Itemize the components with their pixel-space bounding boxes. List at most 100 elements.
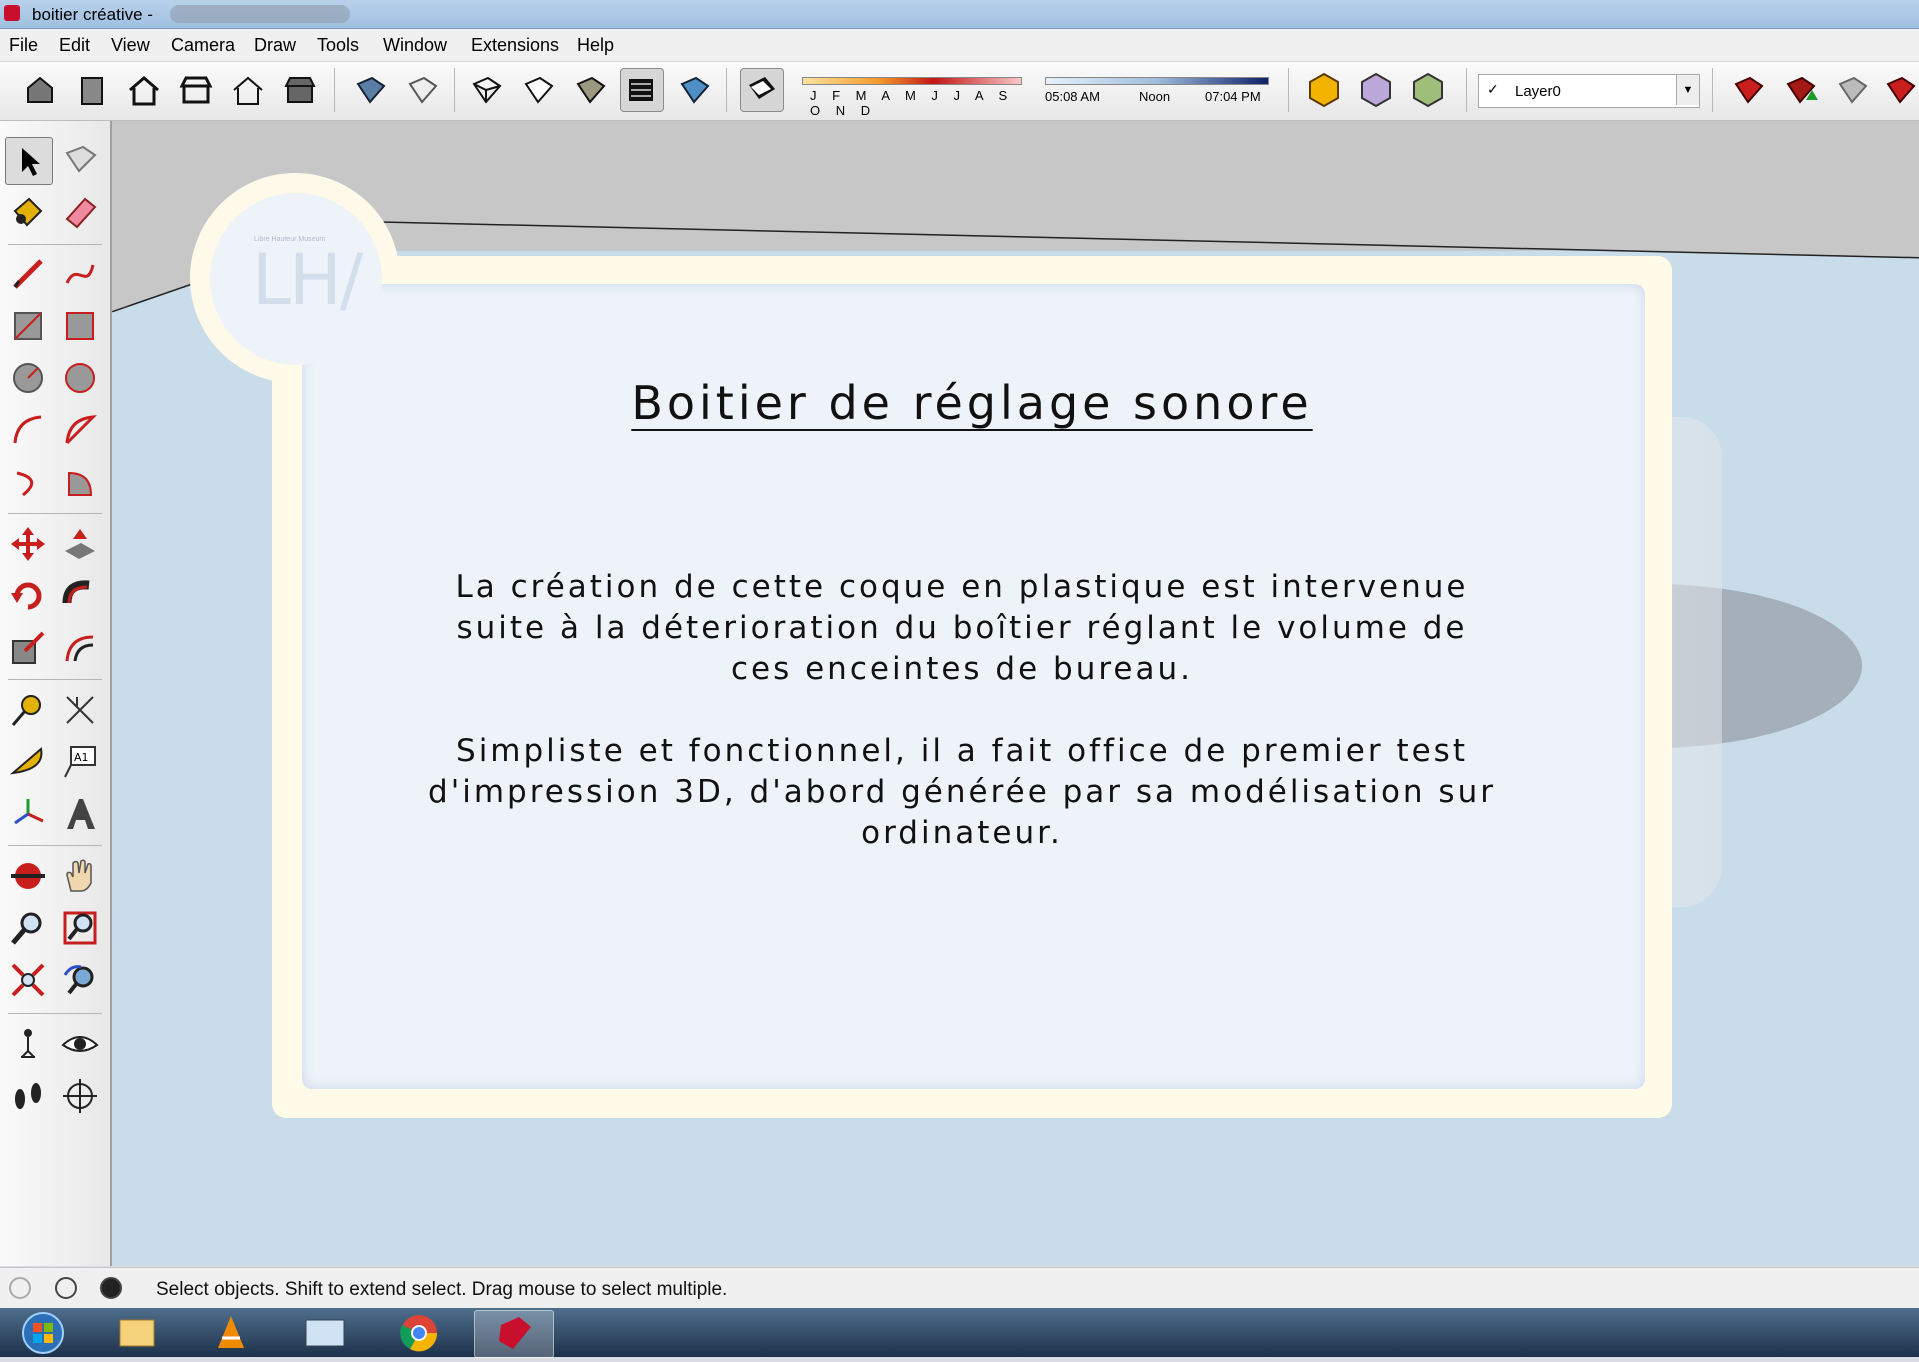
pan-hand-icon[interactable] [57,853,103,899]
front-view-icon[interactable] [124,70,164,110]
tape-measure-icon[interactable] [5,687,51,733]
card-paragraph-2: Simpliste et fonctionnel, il a fait offi… [372,731,1552,854]
logo-mark: LH/ [252,239,363,321]
menu-window[interactable]: Window [383,35,447,56]
orbit-tool-icon[interactable] [5,853,51,899]
user-account-icon[interactable] [100,1277,122,1299]
geo-location-icon[interactable] [9,1277,31,1299]
layer-name: Layer0 [1515,83,1561,100]
follow-me-icon[interactable] [57,573,103,619]
share-component-icon[interactable] [1832,70,1872,110]
zoom-extents-icon[interactable] [5,957,51,1003]
pie-tool-icon[interactable] [57,459,103,505]
credits-info-icon[interactable] [55,1277,77,1299]
previous-view-icon[interactable] [57,957,103,1003]
sketchup-task-icon[interactable] [474,1310,554,1358]
rectangle-tool-icon[interactable] [5,303,51,349]
scale-tool-icon[interactable] [5,625,51,671]
protractor-icon[interactable] [5,739,51,785]
monochrome-icon[interactable] [674,70,714,110]
freehand-tool-icon[interactable] [57,251,103,297]
menu-edit[interactable]: Edit [59,35,90,56]
status-bar: Select objects. Shift to extend select. … [0,1267,1919,1308]
offset-tool-icon[interactable] [57,625,103,671]
zoom-window-icon[interactable] [57,905,103,951]
select-tool-icon[interactable] [5,137,53,185]
para1-line1: La création de cette coque en plastique … [455,569,1469,605]
iso-view-icon[interactable] [20,70,60,110]
hidden-line-icon[interactable] [518,70,558,110]
title-bar: boitier créative - [0,0,1919,29]
wireframe-icon[interactable] [466,70,506,110]
shaded-textures-icon[interactable] [620,68,664,112]
model-viewport[interactable]: Libre Hauteur Museum LH/ Boitier de régl… [112,121,1919,1266]
share-model-icon[interactable] [1780,70,1820,110]
svg-text:A1: A1 [74,751,89,764]
position-camera-icon[interactable] [5,1021,51,1067]
move-tool-icon[interactable] [5,521,51,567]
start-button-icon[interactable] [4,1310,76,1356]
vlc-icon[interactable] [192,1310,270,1356]
sketchup-app-icon [4,5,20,21]
paint-bucket-icon[interactable] [5,189,51,235]
window-title: boitier créative - [32,5,153,24]
shadow-time-slider[interactable]: 05:08 AM Noon 07:04 PM [1045,74,1270,108]
left-view-icon[interactable] [280,70,320,110]
shadows-toggle-icon[interactable] [740,68,784,112]
chrome-icon[interactable] [380,1310,458,1356]
menu-help[interactable]: Help [577,35,614,56]
right-view-icon[interactable] [176,70,216,110]
materials-icon[interactable] [1356,70,1396,110]
shaded-icon[interactable] [570,70,610,110]
shadow-month-slider[interactable]: J F M A M J J A S O N D [802,74,1022,118]
card-title-text: Boitier de réglage sonore [631,376,1313,430]
windows-taskbar [0,1308,1919,1358]
file-explorer-icon[interactable] [98,1310,176,1356]
section-plane-icon[interactable] [57,1073,103,1119]
layer-dropdown[interactable]: ✓ Layer0 ▼ [1478,74,1700,108]
arc-tool-icon[interactable] [5,407,51,453]
menu-draw[interactable]: Draw [254,35,296,56]
blurred-title-part [170,5,350,23]
polygon-tool-icon[interactable] [57,355,103,401]
top-view-icon[interactable] [72,70,112,110]
eraser-icon[interactable] [57,189,103,235]
para1-line2: suite à la déterioration du boîtier régl… [456,610,1468,646]
back-edges-icon[interactable] [402,70,442,110]
card-paragraph-1: La création de cette coque en plastique … [372,567,1552,690]
status-text: Select objects. Shift to extend select. … [156,1279,728,1300]
menu-tools[interactable]: Tools [317,35,359,56]
time-end: 07:04 PM [1205,89,1261,104]
menu-extensions[interactable]: Extensions [471,35,559,56]
menu-view[interactable]: View [111,35,150,56]
text-tool-icon[interactable]: A1 [57,739,103,785]
chevron-down-icon[interactable]: ▼ [1676,75,1699,105]
get-models-icon[interactable] [1728,70,1768,110]
para2-line2: d'impression 3D, d'abord générée par sa … [428,774,1496,810]
menu-bar: File Edit View Camera Draw Tools Window … [0,29,1919,62]
make-component-icon[interactable] [57,137,103,183]
extension-warehouse-icon[interactable] [1880,70,1919,110]
keyboard-app-icon[interactable] [286,1310,364,1356]
3d-text-icon[interactable] [57,791,103,837]
three-point-arc-icon[interactable] [5,459,51,505]
rotated-rectangle-icon[interactable] [57,303,103,349]
line-tool-icon[interactable] [5,251,51,297]
component-icon[interactable] [1304,70,1344,110]
walk-tool-icon[interactable] [5,1073,51,1119]
time-start: 05:08 AM [1045,89,1100,104]
menu-camera[interactable]: Camera [171,35,235,56]
styles-icon[interactable] [1408,70,1448,110]
rotate-tool-icon[interactable] [5,573,51,619]
look-around-icon[interactable] [57,1021,103,1067]
circle-tool-icon[interactable] [5,355,51,401]
xray-icon[interactable] [350,70,390,110]
axes-tool-icon[interactable] [5,791,51,837]
card-title: Boitier de réglage sonore [412,376,1532,430]
zoom-tool-icon[interactable] [5,905,51,951]
two-point-arc-icon[interactable] [57,407,103,453]
dimension-tool-icon[interactable] [57,687,103,733]
menu-file[interactable]: File [9,35,38,56]
back-view-icon[interactable] [228,70,268,110]
push-pull-icon[interactable] [57,521,103,567]
